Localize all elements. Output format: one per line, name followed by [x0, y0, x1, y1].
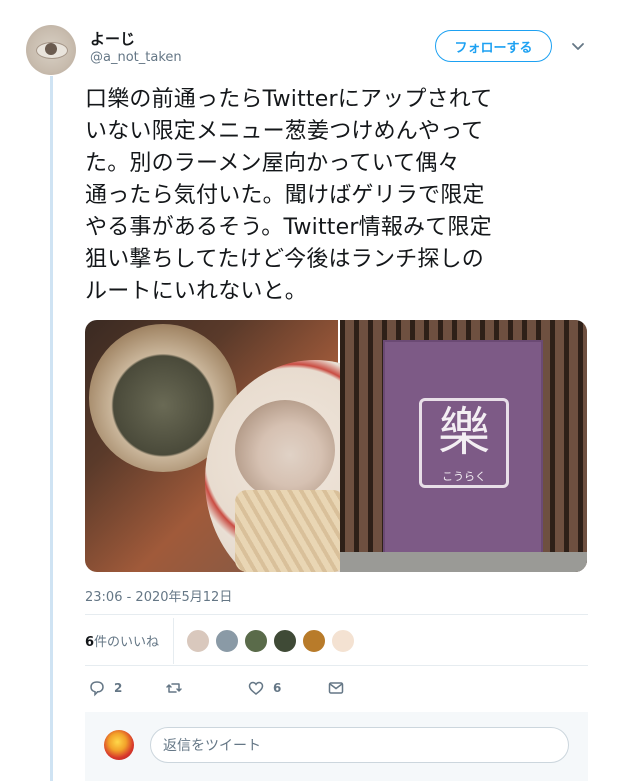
reply-action[interactable]: 2 [88, 677, 122, 699]
liker-avatar[interactable] [186, 629, 210, 653]
direct-message-action[interactable] [327, 677, 345, 699]
chevron-down-icon[interactable] [570, 38, 586, 54]
envelope-icon [328, 682, 344, 694]
author-display-name[interactable]: よーじ [90, 28, 135, 49]
tweet-text-line: 口樂の前通ったらTwitterにアップされて [85, 87, 493, 112]
reply-count: 2 [114, 681, 123, 695]
reply-icon [90, 681, 104, 697]
author-username[interactable]: @a_not_taken [90, 50, 182, 65]
liker-avatar[interactable] [331, 629, 355, 653]
noodles [235, 490, 345, 572]
thread-line [50, 76, 53, 781]
tweet-timestamp[interactable]: 23:06 - 2020年5月12日 [85, 586, 232, 605]
viewer-avatar [104, 730, 134, 760]
reply-input[interactable]: 返信をツイート [150, 727, 569, 763]
tweet-text-line: いない限定メニュー葱姜つけめんやって [85, 119, 484, 144]
tweet-text-line: た。別のラーメン屋向かっていて偶々 [85, 151, 460, 176]
liker-avatar[interactable] [302, 629, 326, 653]
author-avatar[interactable] [26, 25, 76, 75]
likes-separator [173, 618, 174, 664]
follow-button[interactable]: フォローする [435, 30, 552, 62]
tweet-text-line: ルートにいれないと。 [85, 279, 308, 304]
divider [85, 665, 588, 666]
tweet-text: 口樂の前通ったらTwitterにアップされて いない限定メニュー葱姜つけめんやっ… [85, 84, 590, 308]
tweet-text-line: 狙い撃ちしてたけど今後はランチ探しの [85, 247, 484, 272]
retweet-icon [166, 683, 182, 693]
likes-count-suffix: 件のいいね [94, 635, 160, 650]
like-count: 6 [273, 681, 282, 695]
ground [340, 552, 587, 572]
avatar-pupil-graphic [45, 43, 57, 55]
likes-count[interactable]: 6件のいいね [85, 631, 159, 650]
liker-avatar[interactable] [273, 629, 297, 653]
heart-icon [248, 681, 264, 695]
tsukemen-photo[interactable] [85, 320, 425, 572]
divider [85, 614, 588, 615]
retweet-action[interactable] [165, 677, 191, 699]
chashu-slice [235, 400, 335, 500]
tweet-text-line: 通ったら気付いた。聞けばゲリラで限定 [85, 183, 485, 208]
tweet-media: 樂 こうらく [85, 320, 587, 572]
like-action[interactable]: 6 [247, 677, 281, 699]
tweet-text-line: やる事があるそう。Twitter情報みて限定 [85, 215, 492, 240]
likes-count-number: 6 [85, 635, 95, 650]
shop-crest-subtext: こうらく [442, 470, 486, 483]
liker-avatar[interactable] [244, 629, 268, 653]
liker-avatar[interactable] [215, 629, 239, 653]
shop-noren-photo[interactable]: 樂 こうらく [340, 320, 587, 572]
